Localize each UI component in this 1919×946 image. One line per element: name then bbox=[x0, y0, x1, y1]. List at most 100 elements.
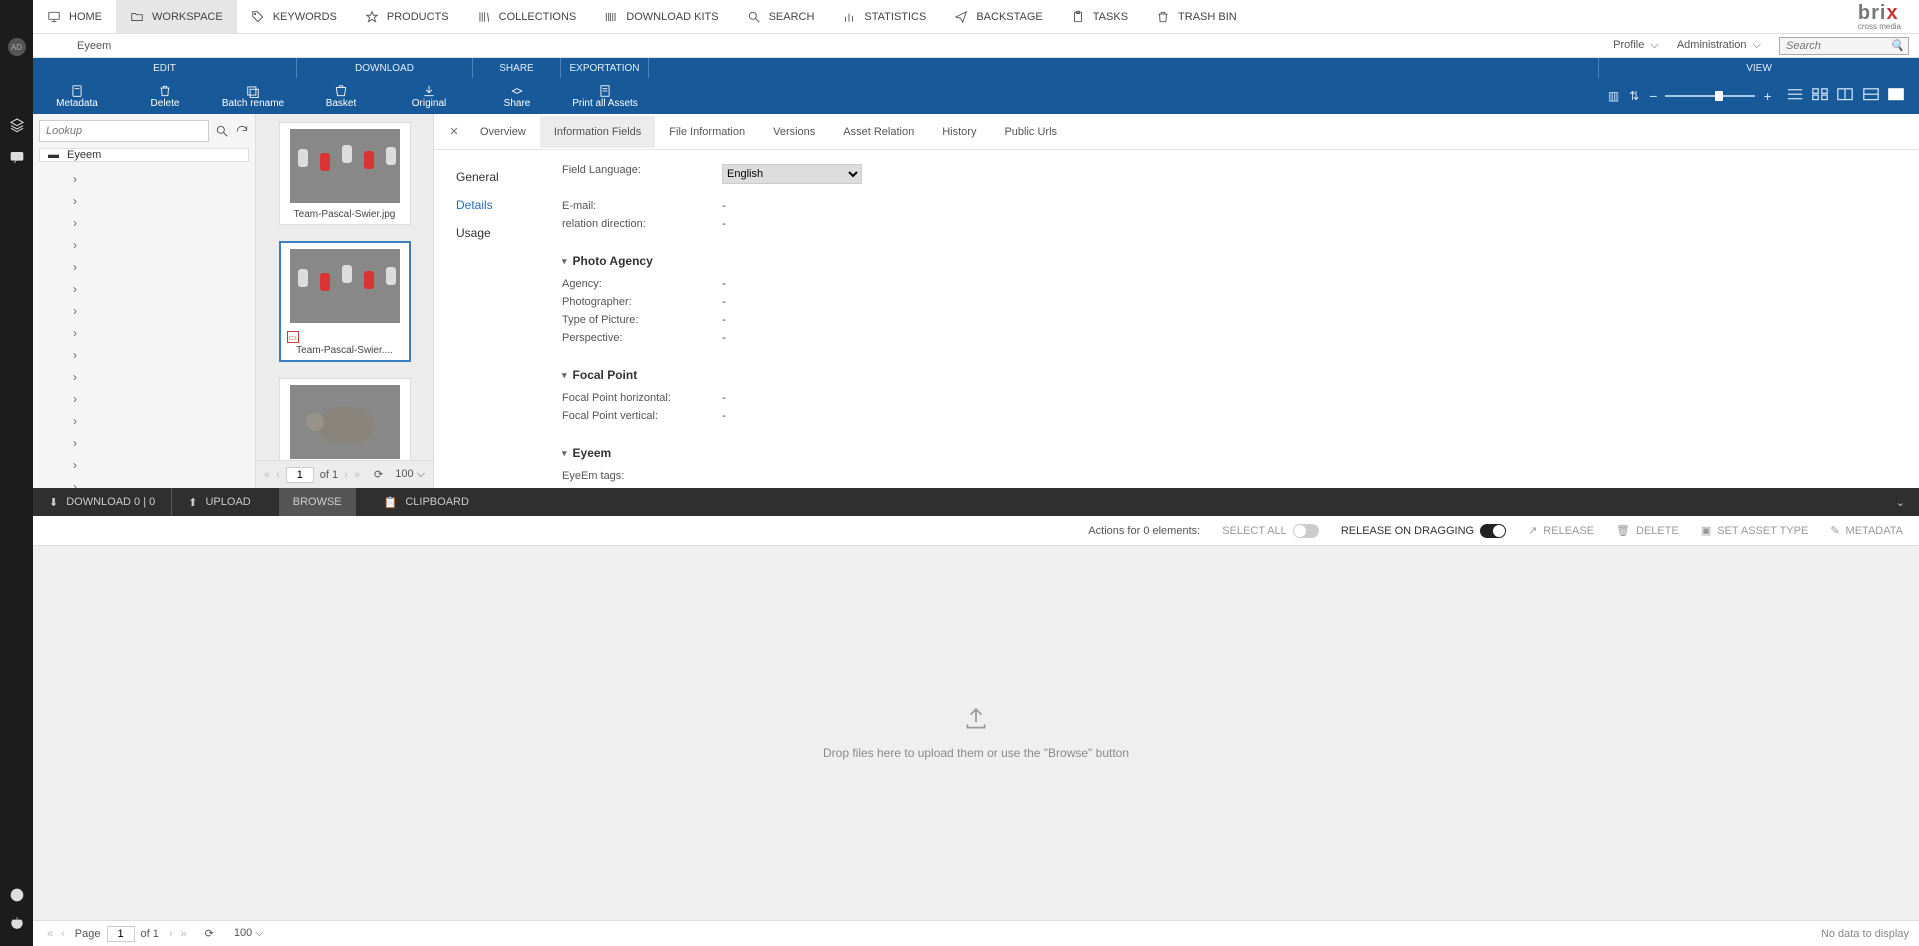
tab-overview[interactable]: Overview bbox=[466, 116, 540, 148]
release-on-drag-toggle[interactable]: RELEASE ON DRAGGING bbox=[1341, 524, 1506, 538]
pager-next-icon[interactable]: › bbox=[165, 928, 177, 940]
upload-dropzone[interactable]: Drop files here to upload them or use th… bbox=[33, 546, 1919, 920]
tree-expand-row[interactable]: › bbox=[33, 432, 255, 454]
tree-expand-row[interactable]: › bbox=[33, 278, 255, 300]
tree-expand-row[interactable]: › bbox=[33, 410, 255, 432]
chat-icon[interactable] bbox=[8, 148, 26, 166]
release-button[interactable]: ↗RELEASE bbox=[1528, 524, 1594, 537]
chevron-down-icon[interactable]: ▾ bbox=[562, 370, 567, 381]
pager-next-icon[interactable]: › bbox=[344, 469, 348, 481]
nav-backstage[interactable]: BACKSTAGE bbox=[940, 0, 1056, 33]
chevron-down-icon[interactable]: ⌄ bbox=[1896, 496, 1919, 509]
action-print-all-assets[interactable]: Print all Assets bbox=[561, 84, 649, 109]
tab-file-information[interactable]: File Information bbox=[655, 116, 759, 148]
minus-icon[interactable]: − bbox=[1649, 88, 1657, 104]
layout-split2-icon[interactable] bbox=[1862, 87, 1880, 101]
slider-track[interactable] bbox=[1665, 95, 1755, 97]
pager-page-input[interactable] bbox=[286, 467, 314, 483]
tree-expand-row[interactable]: › bbox=[33, 168, 255, 190]
tree-expand-row[interactable]: › bbox=[33, 256, 255, 278]
tree-expand-row[interactable]: › bbox=[33, 212, 255, 234]
layout-split1-icon[interactable] bbox=[1836, 87, 1854, 101]
side-tab-usage[interactable]: Usage bbox=[456, 226, 554, 240]
thumbnail-card[interactable]: ▭Team-Pascal-Swier.... bbox=[279, 241, 411, 362]
nav-download-kits[interactable]: DOWNLOAD KITS bbox=[590, 0, 732, 33]
tab-history[interactable]: History bbox=[928, 116, 990, 148]
page-size[interactable]: 100 ⌵ bbox=[234, 927, 264, 940]
layout-split3-icon[interactable] bbox=[1887, 87, 1905, 101]
global-search[interactable]: 🔍 bbox=[1779, 37, 1909, 55]
lookup-input[interactable] bbox=[39, 120, 209, 142]
search-icon[interactable] bbox=[215, 124, 229, 138]
tree-expand-row[interactable]: › bbox=[33, 366, 255, 388]
pager-last-icon[interactable]: » bbox=[354, 469, 360, 481]
action-share[interactable]: Share bbox=[473, 84, 561, 109]
tab-asset-relation[interactable]: Asset Relation bbox=[829, 116, 928, 148]
pager-first-icon[interactable]: « bbox=[264, 469, 270, 481]
thumbnail-card[interactable]: ▭ bbox=[279, 378, 411, 460]
refresh-icon[interactable] bbox=[235, 124, 249, 138]
nav-statistics[interactable]: STATISTICS bbox=[828, 0, 940, 33]
dock-upload[interactable]: ⬆ UPLOAD bbox=[172, 488, 266, 516]
avatar[interactable]: AD bbox=[8, 38, 26, 56]
pager-first-icon[interactable]: « bbox=[43, 928, 57, 940]
page-input[interactable] bbox=[107, 926, 135, 942]
nav-collections[interactable]: COLLECTIONS bbox=[463, 0, 591, 33]
tree-expand-row[interactable]: › bbox=[33, 344, 255, 366]
set-asset-type-button[interactable]: ▣SET ASSET TYPE bbox=[1701, 524, 1809, 537]
chevron-down-icon[interactable]: ▾ bbox=[562, 448, 567, 459]
chevron-down-icon[interactable]: ▾ bbox=[562, 256, 567, 267]
pager-last-icon[interactable]: » bbox=[177, 928, 191, 940]
dock-download[interactable]: ⬇ DOWNLOAD 0 | 0 bbox=[33, 488, 172, 516]
pager-size[interactable]: 100 ⌵ bbox=[395, 468, 425, 481]
search-icon[interactable]: 🔍 bbox=[1890, 39, 1904, 52]
action-basket[interactable]: Basket bbox=[297, 84, 385, 109]
folder-eyeem[interactable]: ▬ Eyeem bbox=[39, 148, 249, 162]
nav-search[interactable]: SEARCH bbox=[733, 0, 829, 33]
tab-versions[interactable]: Versions bbox=[759, 116, 829, 148]
refresh-icon[interactable]: ⟳ bbox=[205, 927, 214, 940]
metadata-button[interactable]: ✎METADATA bbox=[1830, 524, 1903, 537]
profile-menu[interactable]: Profile ⌵ bbox=[1613, 39, 1659, 52]
field-language-select[interactable]: English bbox=[722, 164, 862, 184]
tree-expand-row[interactable]: › bbox=[33, 300, 255, 322]
delete-button[interactable]: 🗑DELETE bbox=[1616, 524, 1679, 537]
plus-icon[interactable]: + bbox=[1763, 88, 1771, 104]
layout-list-icon[interactable] bbox=[1786, 87, 1804, 101]
dock-clipboard[interactable]: 📋 CLIPBOARD bbox=[368, 488, 485, 516]
action-original[interactable]: Original bbox=[385, 84, 473, 109]
pager-prev-icon[interactable]: ‹ bbox=[57, 928, 69, 940]
side-tab-general[interactable]: General bbox=[456, 170, 554, 184]
tree-expand-row[interactable]: › bbox=[33, 388, 255, 410]
power-icon[interactable] bbox=[8, 914, 26, 932]
layers-icon[interactable] bbox=[8, 116, 26, 134]
tree-expand-row[interactable]: › bbox=[33, 322, 255, 344]
tree-expand-row[interactable]: › bbox=[33, 190, 255, 212]
administration-menu[interactable]: Administration ⌵ bbox=[1677, 39, 1761, 52]
nav-home[interactable]: HOME bbox=[33, 0, 116, 33]
nav-trash-bin[interactable]: TRASH BIN bbox=[1142, 0, 1251, 33]
dock-browse-button[interactable]: BROWSE bbox=[279, 488, 356, 516]
sort-icon[interactable]: ⇅ bbox=[1629, 89, 1639, 103]
thumbnail-card[interactable]: Team-Pascal-Swier.jpg bbox=[279, 122, 411, 225]
nav-tasks[interactable]: TASKS bbox=[1057, 0, 1142, 33]
columns-icon[interactable]: ▥ bbox=[1608, 89, 1619, 103]
layout-grid-icon[interactable] bbox=[1811, 87, 1829, 101]
refresh-icon[interactable]: ⟳ bbox=[374, 468, 383, 481]
help-icon[interactable] bbox=[8, 886, 26, 904]
tab-information-fields[interactable]: Information Fields bbox=[540, 116, 655, 148]
tab-public-urls[interactable]: Public Urls bbox=[990, 116, 1071, 148]
close-icon[interactable]: ✕ bbox=[442, 125, 466, 138]
side-tab-details[interactable]: Details bbox=[456, 198, 554, 212]
select-all-toggle[interactable]: SELECT ALL bbox=[1222, 524, 1319, 538]
action-batch-rename[interactable]: Batch rename bbox=[209, 84, 297, 109]
action-metadata[interactable]: Metadata bbox=[33, 84, 121, 109]
action-delete[interactable]: Delete bbox=[121, 84, 209, 109]
nav-products[interactable]: PRODUCTS bbox=[351, 0, 463, 33]
pager-prev-icon[interactable]: ‹ bbox=[276, 469, 280, 481]
tree-expand-row[interactable]: › bbox=[33, 454, 255, 476]
nav-workspace[interactable]: WORKSPACE bbox=[116, 0, 237, 33]
nav-keywords[interactable]: KEYWORDS bbox=[237, 0, 351, 33]
zoom-slider[interactable]: − + bbox=[1649, 88, 1771, 104]
search-input[interactable] bbox=[1784, 39, 1890, 53]
